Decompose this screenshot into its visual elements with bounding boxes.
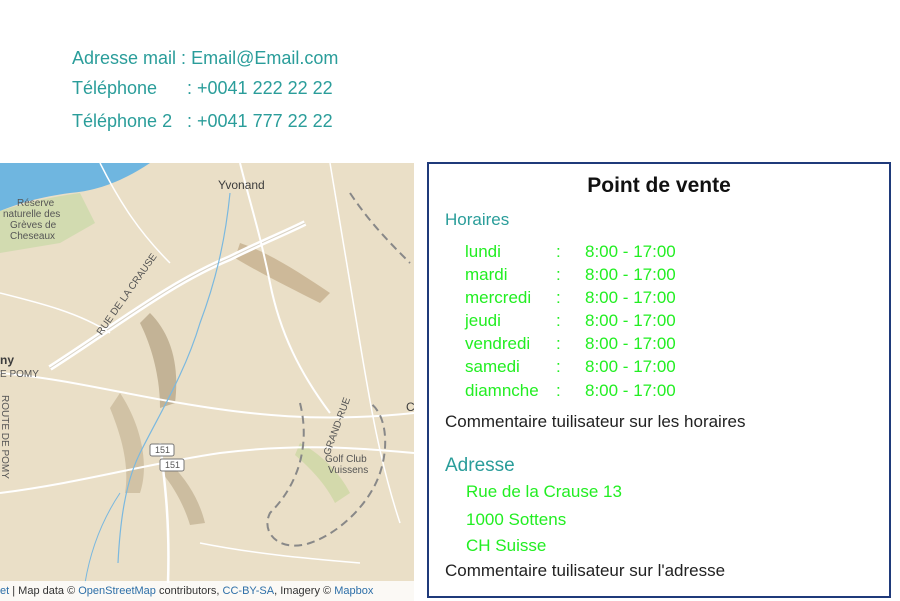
map-label-route-pomy-vertical: ROUTE DE POMY	[0, 395, 10, 479]
phone-value[interactable]: : +0041 222 22 22	[187, 78, 333, 98]
hours-sep: :	[556, 357, 561, 376]
hours-row: vendredi : 8:00 - 17:00	[465, 334, 765, 356]
mapbox-link[interactable]: Mapbox	[334, 585, 373, 597]
attribution-text: contributors,	[155, 585, 223, 597]
map-tiles	[0, 163, 414, 601]
address-line: CH Suisse	[466, 536, 547, 555]
email-line: Adresse mail : Email@Email.com	[72, 48, 338, 69]
hours-day: samedi	[465, 357, 520, 376]
map-label-reserve: Cheseaux	[10, 231, 56, 242]
license-link[interactable]: CC-BY-SA	[223, 585, 275, 597]
address-line: 1000 Sottens	[466, 510, 567, 529]
hours-time: 8:00 - 17:00	[585, 311, 676, 330]
map-label-golf: Golf Club	[325, 454, 367, 465]
hours-time: 8:00 - 17:00	[585, 334, 676, 353]
map-road-shield: 151	[165, 460, 181, 470]
phone-label: Téléphone	[72, 78, 158, 98]
hours-sep: :	[556, 265, 561, 284]
hours-row: jeudi : 8:00 - 17:00	[465, 311, 765, 333]
address-line: Rue de la Crause 13	[466, 482, 622, 501]
map-label-pomy: ny	[0, 353, 15, 367]
osm-link[interactable]: OpenStreetMap	[78, 585, 156, 597]
map-label-reserve: naturelle des	[3, 209, 61, 220]
point-de-vente-panel: Point de vente Horaires lundi : 8:00 - 1…	[427, 162, 891, 598]
map-attribution: et | Map data © OpenStreetMap contributo…	[0, 581, 414, 601]
map-label-yvonand: Yvonand	[218, 178, 265, 192]
phone2-line: Téléphone 2 : +0041 777 22 22	[72, 111, 333, 132]
phone2-label: Téléphone 2	[72, 111, 173, 131]
email-label: Adresse mail :	[72, 48, 187, 68]
hours-row: mercredi : 8:00 - 17:00	[465, 288, 765, 310]
location-map[interactable]: Yvonand Réserve naturelle des Grèves de …	[0, 163, 414, 601]
attribution-text: , Imagery ©	[274, 585, 335, 597]
email-value[interactable]: Email@Email.com	[191, 48, 338, 68]
hours-day: jeudi	[465, 311, 501, 330]
phone-line: Téléphone : +0041 222 22 22	[72, 78, 333, 99]
hours-time: 8:00 - 17:00	[585, 357, 676, 376]
hours-sep: :	[556, 311, 561, 330]
panel-title: Point de vente	[587, 174, 731, 197]
hours-sep: :	[556, 334, 561, 353]
hours-row: lundi : 8:00 - 17:00	[465, 242, 765, 264]
hours-day: lundi	[465, 242, 501, 261]
hours-row: samedi : 8:00 - 17:00	[465, 357, 765, 379]
map-label-route-pomy: E POMY	[0, 369, 39, 380]
address-comment: Commentaire tuilisateur sur l'adresse	[445, 561, 726, 580]
hours-title: Horaires	[445, 210, 510, 229]
hours-time: 8:00 - 17:00	[585, 288, 676, 307]
hours-day: diamnche	[465, 381, 539, 400]
hours-sep: :	[556, 288, 561, 307]
hours-day: mardi	[465, 265, 508, 284]
hours-sep: :	[556, 381, 561, 400]
map-road-shield: 151	[155, 445, 171, 455]
hours-sep: :	[556, 242, 561, 261]
hours-time: 8:00 - 17:00	[585, 265, 676, 284]
hours-time: 8:00 - 17:00	[585, 242, 676, 261]
hours-comment: Commentaire tuilisateur sur les horaires	[445, 412, 746, 431]
hours-day: mercredi	[465, 288, 532, 307]
map-label-edge: C	[406, 400, 414, 414]
phone2-value[interactable]: : +0041 777 22 22	[187, 111, 333, 131]
hours-day: vendredi	[465, 334, 531, 353]
hours-time: 8:00 - 17:00	[585, 381, 676, 400]
map-label-reserve: Grèves de	[10, 220, 57, 231]
hours-row: mardi : 8:00 - 17:00	[465, 265, 765, 287]
address-title: Adresse	[445, 455, 515, 476]
map-label-golf: Vuissens	[328, 465, 369, 476]
hours-row: diamnche : 8:00 - 17:00	[465, 381, 765, 403]
leaflet-link[interactable]: et	[0, 585, 9, 597]
map-label-reserve: Réserve	[17, 198, 55, 209]
attribution-text: | Map data ©	[9, 585, 79, 597]
